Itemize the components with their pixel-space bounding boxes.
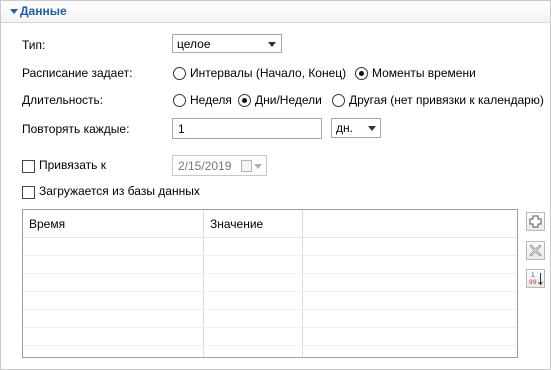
sort-label-top: 1 — [531, 272, 535, 279]
sort-label-bottom: 99 — [529, 279, 537, 286]
add-row-button[interactable] — [526, 212, 545, 231]
values-table[interactable]: Время Значение — [22, 209, 518, 358]
type-select-value: целое — [177, 37, 211, 51]
delete-row-button[interactable] — [526, 241, 545, 260]
repeat-label: Повторять каждые: — [22, 122, 130, 136]
radio-circle — [173, 67, 186, 80]
column-header-time[interactable]: Время — [29, 217, 65, 231]
column-divider — [302, 210, 303, 357]
row-gridline — [23, 345, 517, 346]
repeat-value-input[interactable]: 1 — [172, 118, 322, 139]
bind-date-value: 2/15/2019 — [178, 159, 232, 173]
radio-selected-dot — [242, 98, 247, 103]
chevron-down-icon — [268, 42, 276, 47]
calendar-icon — [241, 160, 252, 172]
duration-label: Длительность: — [22, 93, 104, 107]
repeat-unit-value: дн. — [336, 121, 353, 135]
collapse-arrow-icon[interactable] — [10, 9, 18, 14]
repeat-unit-select[interactable]: дн. — [331, 118, 381, 138]
sort-button[interactable]: 1 99 — [526, 269, 545, 288]
radio-circle — [355, 67, 368, 80]
radio-circle — [238, 94, 251, 107]
section-header[interactable]: Данные — [1, 1, 550, 23]
radio-days-weeks-label: Дни/Недели — [255, 93, 322, 107]
delete-row-icon — [529, 244, 542, 257]
radio-selected-dot — [359, 71, 364, 76]
add-row-icon — [529, 215, 542, 228]
column-header-value[interactable]: Значение — [210, 217, 263, 231]
db-label: Загружается из базы данных — [39, 184, 200, 198]
row-gridline — [23, 255, 517, 256]
row-gridline — [23, 327, 517, 328]
chevron-down-icon — [254, 164, 262, 169]
row-gridline — [23, 309, 517, 310]
radio-circle — [173, 94, 186, 107]
header-divider — [23, 237, 517, 238]
repeat-value: 1 — [178, 122, 185, 136]
type-label: Тип: — [22, 38, 46, 52]
radio-week-label: Неделя — [190, 93, 232, 107]
schedule-label: Расписание задает: — [22, 66, 133, 80]
radio-intervals-label: Интервалы (Начало, Конец) — [190, 66, 347, 80]
radio-circle — [332, 94, 345, 107]
row-gridline — [23, 291, 517, 292]
chevron-down-icon — [368, 126, 376, 131]
bind-label: Привязать к — [39, 158, 106, 172]
sort-icon: 1 99 — [529, 272, 543, 286]
radio-time-moments-label: Моменты времени — [372, 66, 476, 80]
bind-date-picker[interactable]: 2/15/2019 — [172, 155, 267, 176]
column-divider — [203, 210, 204, 357]
row-gridline — [23, 273, 517, 274]
section-title: Данные — [20, 4, 67, 18]
type-select[interactable]: целое — [172, 34, 282, 53]
bind-checkbox[interactable] — [22, 160, 35, 173]
radio-other-label: Другая (нет привязки к календарю) — [349, 93, 544, 107]
db-checkbox[interactable] — [22, 186, 35, 199]
